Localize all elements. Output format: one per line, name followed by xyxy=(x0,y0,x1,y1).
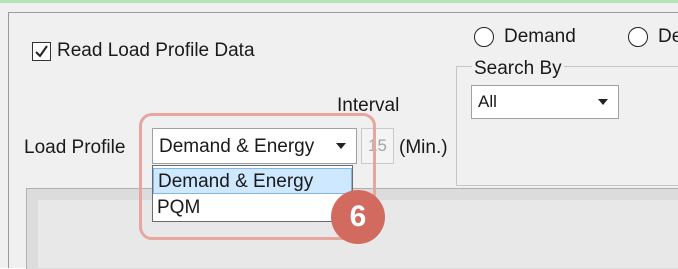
radio-demand-label: Demand xyxy=(504,26,576,47)
panel-left-edge xyxy=(8,12,9,268)
dropdown-arrow-icon[interactable] xyxy=(598,99,608,105)
read-load-profile-checkbox-row[interactable]: Read Load Profile Data xyxy=(32,40,255,62)
search-by-groupbox xyxy=(456,66,678,186)
search-by-value: All xyxy=(478,92,497,111)
interval-unit: (Min.) xyxy=(399,137,448,158)
panel-top-edge xyxy=(8,12,678,13)
search-by-title: Search By xyxy=(472,58,564,80)
read-load-profile-label: Read Load Profile Data xyxy=(57,40,255,61)
read-load-profile-checkbox[interactable] xyxy=(32,41,51,61)
radio-de-label: De xyxy=(658,26,678,47)
radio-demand[interactable]: Demand xyxy=(474,26,576,48)
radio-icon[interactable] xyxy=(474,27,494,47)
checkmark-icon xyxy=(35,44,48,58)
radio-de[interactable]: De xyxy=(628,26,678,48)
annotation-step-badge: 6 xyxy=(331,190,385,244)
radio-icon[interactable] xyxy=(628,27,648,47)
load-profile-label: Load Profile xyxy=(24,137,126,158)
search-by-select[interactable]: All xyxy=(471,85,619,119)
